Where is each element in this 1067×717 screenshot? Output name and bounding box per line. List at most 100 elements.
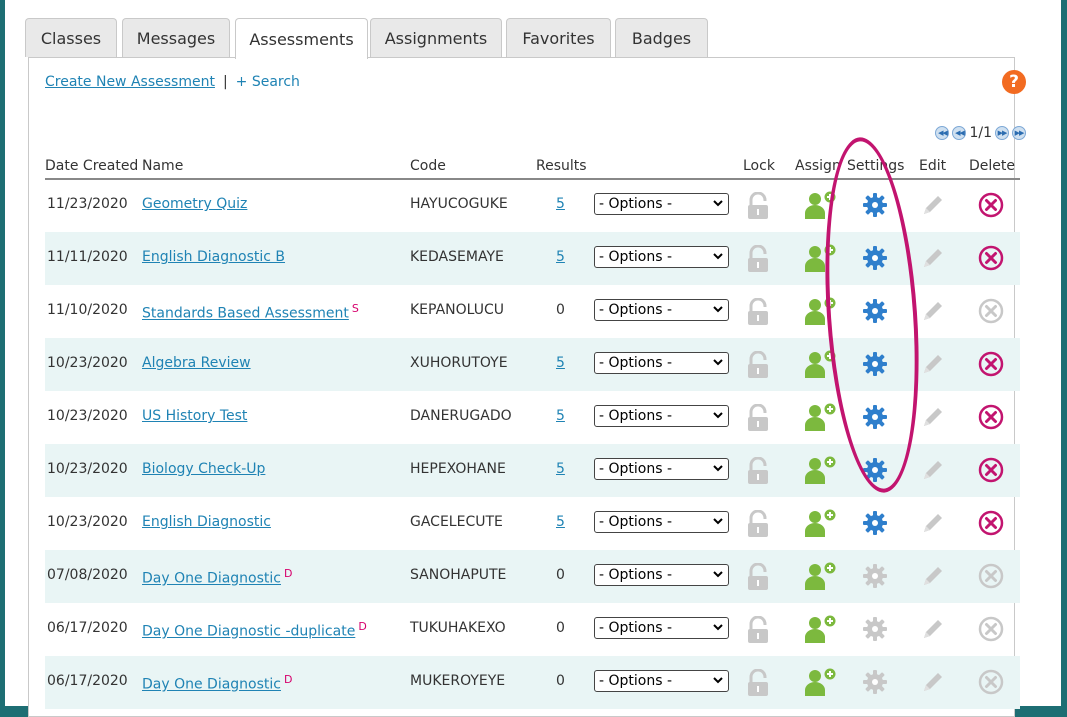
delete-icon[interactable]: [978, 245, 1004, 271]
results-count[interactable]: 5: [556, 249, 565, 265]
edit-pencil-icon[interactable]: [921, 511, 945, 535]
results-count[interactable]: 5: [556, 514, 565, 530]
options-select-value: - Options -: [599, 673, 673, 689]
tab-assignments[interactable]: Assignments: [370, 18, 502, 57]
table-row: 11/11/2020 English Diagnostic B KEDASEMAYE…: [45, 232, 1020, 285]
edit-pencil-icon[interactable]: [921, 246, 945, 270]
settings-gear-icon[interactable]: [862, 457, 888, 483]
assign-icon[interactable]: [805, 191, 839, 219]
options-select[interactable]: - Options -: [594, 299, 729, 321]
assign-icon[interactable]: [805, 456, 839, 484]
search-link[interactable]: + Search: [236, 74, 300, 90]
assessment-name-link[interactable]: Geometry Quiz: [142, 196, 247, 212]
table-row: 07/08/2020 Day One Diagnostic D SANOHAPUTE 0…: [45, 550, 1020, 603]
assign-icon[interactable]: [805, 244, 839, 272]
assessment-name-link[interactable]: English Diagnostic: [142, 514, 271, 530]
delete-icon[interactable]: [978, 404, 1004, 430]
col-results[interactable]: Results: [536, 158, 587, 174]
lock-icon[interactable]: [745, 350, 771, 379]
assign-icon[interactable]: [805, 615, 839, 643]
edit-pencil-icon[interactable]: [921, 405, 945, 429]
settings-gear-icon[interactable]: [862, 192, 888, 218]
delete-icon[interactable]: [978, 510, 1004, 536]
options-select[interactable]: - Options -: [594, 405, 729, 427]
settings-gear-icon[interactable]: [862, 510, 888, 536]
lock-icon[interactable]: [745, 509, 771, 538]
assessment-name-link[interactable]: Day One Diagnostic D: [142, 673, 292, 693]
settings-gear-icon: [862, 669, 888, 695]
options-select[interactable]: - Options -: [594, 617, 729, 639]
settings-gear-icon[interactable]: [862, 298, 888, 324]
delete-icon[interactable]: [978, 192, 1004, 218]
settings-gear-icon: [862, 563, 888, 589]
options-select[interactable]: - Options -: [594, 193, 729, 215]
assessment-name-link[interactable]: US History Test: [142, 408, 247, 424]
assessment-name-link[interactable]: Standards Based Assessment S: [142, 302, 359, 322]
tab-messages[interactable]: Messages: [122, 18, 230, 57]
lock-icon[interactable]: [745, 191, 771, 220]
table-row: 11/10/2020 Standards Based Assessment S KEP…: [45, 285, 1020, 338]
settings-gear-icon[interactable]: [862, 245, 888, 271]
lock-icon[interactable]: [745, 562, 771, 591]
edit-pencil-icon[interactable]: [921, 617, 945, 641]
lock-icon[interactable]: [745, 244, 771, 273]
lock-icon[interactable]: [745, 403, 771, 432]
options-select[interactable]: - Options -: [594, 352, 729, 374]
col-date-created[interactable]: Date Created: [45, 158, 138, 174]
edit-pencil-icon[interactable]: [921, 299, 945, 323]
assessment-name-link[interactable]: Biology Check-Up: [142, 461, 265, 477]
assessment-code: XUHORUTOYE: [410, 355, 508, 371]
edit-pencil-icon[interactable]: [921, 352, 945, 376]
results-count[interactable]: 5: [556, 196, 565, 212]
settings-gear-icon[interactable]: [862, 404, 888, 430]
options-select[interactable]: - Options -: [594, 246, 729, 268]
col-code[interactable]: Code: [410, 158, 446, 174]
col-name[interactable]: Name: [142, 158, 183, 174]
assessment-name-link[interactable]: English Diagnostic B: [142, 249, 285, 265]
app-frame: Classes Messages Assessments Assignments…: [5, 0, 1061, 717]
tab-classes[interactable]: Classes: [25, 18, 117, 57]
col-delete: Delete: [969, 158, 1015, 174]
options-select[interactable]: - Options -: [594, 564, 729, 586]
assign-icon[interactable]: [805, 297, 839, 325]
delete-icon[interactable]: [978, 457, 1004, 483]
date-created: 11/10/2020: [47, 302, 128, 318]
assessment-name-link[interactable]: Algebra Review: [142, 355, 251, 371]
help-icon[interactable]: ?: [1002, 70, 1026, 94]
create-assessment-link[interactable]: Create New Assessment: [45, 74, 215, 90]
prev-page-icon[interactable]: ◀◀: [952, 126, 967, 140]
next-page-icon[interactable]: ▶▶: [995, 126, 1009, 140]
results-count[interactable]: 5: [556, 408, 565, 424]
assign-icon[interactable]: [805, 668, 839, 696]
assessment-name: Algebra Review: [142, 355, 251, 371]
first-page-icon[interactable]: ◀◀: [935, 126, 950, 140]
tab-badges[interactable]: Badges: [615, 18, 708, 57]
assign-icon[interactable]: [805, 350, 839, 378]
options-select[interactable]: - Options -: [594, 458, 729, 480]
edit-pencil-icon[interactable]: [921, 670, 945, 694]
edit-pencil-icon[interactable]: [921, 564, 945, 588]
settings-gear-icon: [862, 616, 888, 642]
options-select[interactable]: - Options -: [594, 670, 729, 692]
assessment-code: KEDASEMAYE: [410, 249, 504, 265]
edit-pencil-icon[interactable]: [921, 458, 945, 482]
assign-icon[interactable]: [805, 509, 839, 537]
results-count[interactable]: 5: [556, 355, 565, 371]
options-select[interactable]: - Options -: [594, 511, 729, 533]
last-page-icon[interactable]: ▶▶: [1012, 126, 1026, 140]
tab-favorites[interactable]: Favorites: [506, 18, 611, 57]
lock-icon[interactable]: [745, 297, 771, 326]
lock-icon[interactable]: [745, 456, 771, 485]
delete-icon[interactable]: [978, 351, 1004, 377]
results-count: 0: [556, 620, 565, 636]
lock-icon[interactable]: [745, 668, 771, 697]
results-count[interactable]: 5: [556, 461, 565, 477]
assessment-name-link[interactable]: Day One Diagnostic D: [142, 567, 292, 587]
tab-assessments[interactable]: Assessments: [235, 18, 368, 59]
assessment-name-link[interactable]: Day One Diagnostic -duplicate D: [142, 620, 367, 640]
edit-pencil-icon[interactable]: [921, 193, 945, 217]
assign-icon[interactable]: [805, 403, 839, 431]
assign-icon[interactable]: [805, 562, 839, 590]
settings-gear-icon[interactable]: [862, 351, 888, 377]
lock-icon[interactable]: [745, 615, 771, 644]
